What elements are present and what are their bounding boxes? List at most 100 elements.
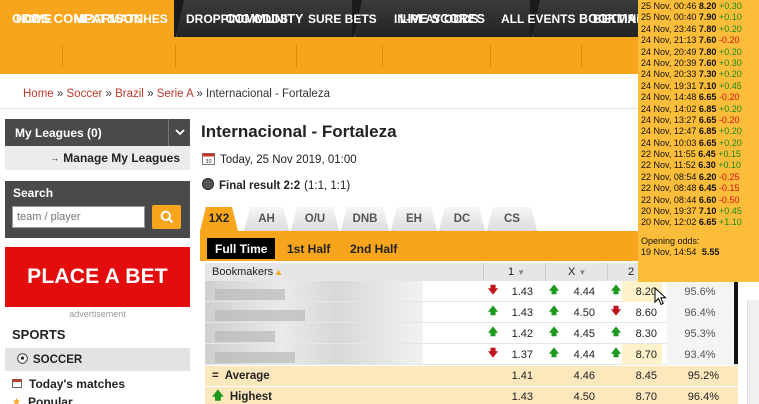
place-a-bet-banner[interactable]: PLACE A BET (5, 247, 190, 307)
row-marker-bar (734, 282, 738, 364)
history-change: +0.30 (718, 1, 742, 11)
nav-dropping-odds[interactable]: DROPPING ODDS (186, 0, 288, 37)
sidebar-item-soccer[interactable]: SOCCER (5, 348, 190, 371)
history-change: +0.30 (718, 57, 742, 68)
history-change: +0.20 (718, 103, 742, 114)
odds-history-list: 25 Nov, 00:46 8.20 +0.30 25 Nov, 00:40 7.… (641, 1, 759, 229)
odds-history-item: 24 Nov, 12:47 6.85 +0.20 (641, 126, 759, 137)
nav-divider (296, 45, 297, 67)
payout: 96.4% (667, 302, 733, 323)
tab-ah[interactable]: AH (244, 207, 289, 231)
arrow-up-icon: 🡅 (610, 348, 622, 359)
odd-draw[interactable]: 4.44 (560, 281, 595, 302)
odd-home[interactable]: 1.42 (498, 323, 533, 344)
mouse-cursor-icon (654, 287, 667, 306)
history-change: +0.20 (718, 137, 742, 148)
highest-row (205, 387, 738, 404)
odd-home[interactable]: 1.43 (498, 281, 533, 302)
manage-my-leagues-label: Manage My Leagues (63, 151, 180, 165)
odd-home[interactable]: 1.43 (498, 302, 533, 323)
column-draw[interactable]: X ▼ (545, 263, 607, 281)
odds-history-item: 25 Nov, 00:46 8.20 +0.30 (641, 1, 759, 12)
tab-1st-half[interactable]: 1st Half (287, 238, 330, 259)
breadcrumb-sep: » (147, 88, 154, 100)
tab-2nd-half[interactable]: 2nd Half (350, 238, 397, 259)
column-home[interactable]: 1 ▼ (483, 263, 545, 281)
average-draw: 4.46 (573, 370, 595, 382)
odd-draw[interactable]: 4.45 (560, 323, 595, 344)
history-odd: 7.30 (698, 69, 717, 80)
column-away[interactable]: 2 (607, 263, 638, 281)
history-odd: 7.60 (698, 57, 717, 68)
history-change: +0.15 (718, 149, 742, 160)
history-change: -0.15 (718, 183, 740, 194)
odd-draw[interactable]: 4.44 (560, 344, 595, 365)
odd-away[interactable]: 8.70 (622, 344, 662, 365)
odds-history-item: 25 Nov, 00:40 7.90 +0.10 (641, 12, 759, 23)
tab-dnb[interactable]: DNB (341, 207, 389, 231)
opening-odd: 5.55 (701, 247, 720, 258)
arrow-up-icon: 🡅 (548, 348, 560, 359)
highest-payout: 96.4% (687, 391, 719, 403)
search-button[interactable] (152, 205, 181, 229)
bookmakers-header-label: Bookmakers (212, 266, 274, 278)
sort-down-icon: ▼ (517, 267, 526, 277)
odd-away[interactable]: 8.30 (622, 323, 662, 344)
highest-label: 🡅 Highest (212, 387, 272, 404)
match-date-text: Today, 25 Nov 2019, 01:00 (220, 154, 357, 166)
sidebar-item-popular[interactable]: ★ Popular (12, 395, 73, 404)
breadcrumb-brazil[interactable]: Brazil (115, 88, 144, 100)
odds-history-item: 24 Nov, 13:27 6.65 -0.20 (641, 115, 759, 126)
history-odd: 6.60 (698, 194, 717, 205)
final-result-detail: (1:1, 1:1) (304, 179, 351, 192)
history-odd: 7.80 (698, 46, 717, 57)
history-change: -0.20 (718, 35, 740, 46)
odds-history-item: 24 Nov, 21:13 7.60 -0.20 (641, 35, 759, 46)
nav-sure-bets[interactable]: SURE BETS (308, 0, 377, 37)
search-input[interactable] (12, 206, 145, 228)
history-change: +0.20 (718, 69, 742, 80)
breadcrumb-sep: » (56, 88, 64, 100)
breadcrumb-serie-a[interactable]: Serie A (157, 88, 193, 100)
breadcrumb-divider (0, 108, 640, 109)
average-row (205, 366, 738, 386)
history-odd: 8.20 (698, 1, 717, 11)
arrow-down-icon: 🡇 (610, 306, 622, 317)
history-odd: 7.10 (698, 206, 717, 217)
tab-dc[interactable]: DC (439, 207, 485, 231)
tab-full-time[interactable]: Full Time (207, 238, 276, 259)
nav-divider (581, 45, 582, 67)
payout: 95.6% (667, 281, 733, 302)
history-odd: 6.65 (698, 114, 717, 125)
history-change: +0.20 (718, 23, 742, 34)
odd-home[interactable]: 1.37 (498, 344, 533, 365)
tab-1x2[interactable]: 1X2 (200, 207, 238, 231)
nav-home[interactable]: HOME (16, 0, 52, 37)
history-date: 24 Nov, 14:02 (641, 103, 697, 114)
sidebar-item-todays-matches[interactable]: Today's matches (12, 377, 125, 391)
col-1-label: 1 (508, 266, 515, 278)
tab-eh[interactable]: EH (391, 207, 437, 231)
odd-draw[interactable]: 4.50 (560, 302, 595, 323)
tab-ou[interactable]: O/U (291, 207, 339, 231)
breadcrumb-home[interactable]: Home (23, 88, 54, 100)
history-date: 25 Nov, 00:40 (641, 12, 697, 23)
nav-all-events[interactable]: ALL EVENTS (501, 0, 575, 37)
tab-cs[interactable]: CS (487, 207, 537, 231)
search-title: Search (13, 186, 54, 200)
chevron-down-icon[interactable] (168, 119, 190, 146)
my-leagues-header[interactable]: My Leagues (0) (5, 119, 190, 146)
column-bookmakers[interactable]: Bookmakers ▲ (212, 263, 283, 281)
odds-history-item: 22 Nov, 08:44 6.60 -0.50 (641, 195, 759, 206)
history-date: 24 Nov, 10:03 (641, 137, 697, 148)
page-scrollbar[interactable] (747, 300, 759, 404)
ball-icon (202, 178, 214, 193)
breadcrumb-soccer[interactable]: Soccer (67, 88, 103, 100)
history-odd: 6.65 (698, 92, 717, 103)
arrow-up-icon: 🡅 (487, 327, 499, 338)
manage-my-leagues-link[interactable]: → Manage My Leagues (5, 146, 190, 170)
nav-in-play-odds[interactable]: IN-PLAY ODDS (394, 0, 479, 37)
svg-text:30: 30 (205, 159, 211, 165)
nav-next-matches[interactable]: NEXT MATCHES (74, 0, 168, 37)
